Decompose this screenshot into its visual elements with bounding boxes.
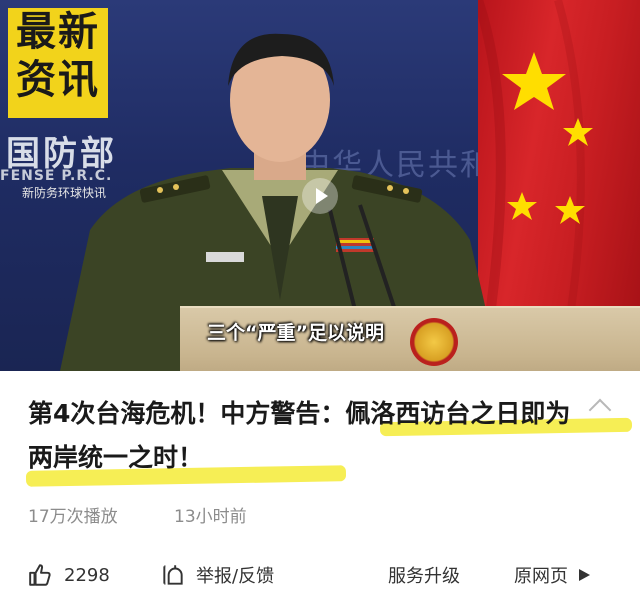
video-thumbnail[interactable]: 中华人民共和国国防部 最新 资讯 国防部 FENSE P.R.C. 新防务环球快… — [0, 0, 640, 371]
national-emblem — [410, 318, 458, 366]
badge-line-2: 资讯 — [16, 57, 100, 103]
play-triangle-icon — [579, 569, 590, 581]
report-icon — [163, 565, 183, 585]
channel-watermark: 新防务环球快讯 — [22, 186, 107, 200]
play-count: 17万次播放 — [28, 507, 118, 527]
report-label: 举报/反馈 — [196, 566, 275, 587]
original-label: 原网页 — [514, 566, 568, 587]
service-upgrade-link[interactable]: 服务升级 — [388, 560, 460, 590]
video-play-icon[interactable] — [302, 178, 338, 214]
thumbs-up-icon — [29, 564, 51, 586]
service-label: 服务升级 — [388, 566, 460, 587]
article-title[interactable]: 第4次台海危机！中方警告：佩洛西访台之日即为两岸统一之时！ — [28, 392, 588, 480]
badge-line-1: 最新 — [16, 9, 100, 55]
publish-time: 13小时前 — [174, 507, 247, 527]
like-button[interactable]: 2298 — [28, 560, 110, 590]
like-count: 2298 — [64, 564, 110, 586]
original-page-link[interactable]: 原网页 — [514, 560, 592, 590]
video-caption: 三个“严重”足以说明 — [207, 322, 384, 344]
ministry-en-label: FENSE P.R.C. — [0, 168, 113, 184]
report-button[interactable]: 举报/反馈 — [160, 560, 274, 590]
latest-news-badge: 最新 资讯 — [8, 8, 108, 118]
